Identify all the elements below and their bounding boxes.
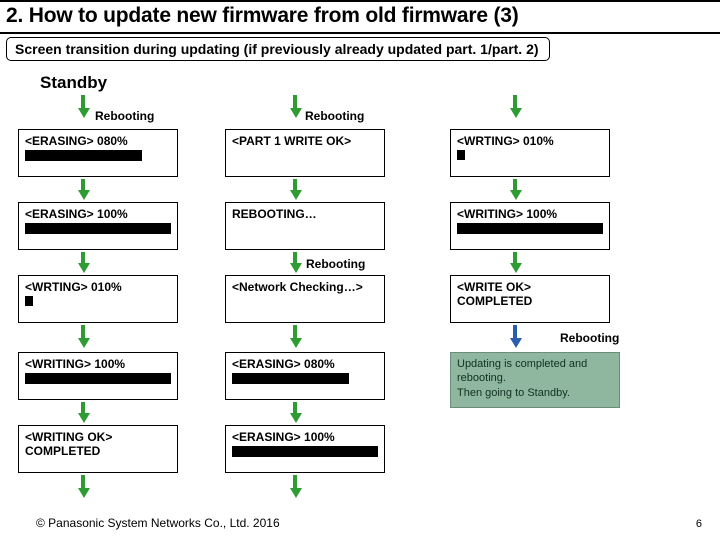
screen-writing-100: <WRITING> 100% <box>18 352 178 400</box>
screen-rebooting: REBOOTING… <box>225 202 385 250</box>
screen-text-line1: <WRITE OK> <box>457 280 603 294</box>
subtitle-row: Screen transition during updating (if pr… <box>0 34 720 67</box>
progress-tick <box>457 150 465 160</box>
screen-text: <ERASING> 080% <box>25 134 171 148</box>
page-number: 6 <box>696 518 702 530</box>
screen-network-checking: <Network Checking…> <box>225 275 385 323</box>
diagram-stage: Standby Rebooting <ERASING> 080% <ERASIN… <box>0 67 720 527</box>
screen-text-line2: COMPLETED <box>457 294 603 308</box>
arrow-down-icon <box>290 252 300 273</box>
screen-write-ok: <WRITE OK> COMPLETED <box>450 275 610 323</box>
progress-bar <box>25 150 171 161</box>
screen-erasing-80-b: <ERASING> 080% <box>225 352 385 400</box>
screen-writing-10-b: <WRTING> 010% <box>450 129 610 177</box>
screen-text: <ERASING> 100% <box>25 207 171 221</box>
screen-text-line1: <WRITING OK> <box>25 430 171 444</box>
result-line2: Then going to Standby. <box>457 386 613 400</box>
progress-bar <box>25 223 171 234</box>
screen-text: REBOOTING… <box>232 207 378 221</box>
screen-erasing-100: <ERASING> 100% <box>18 202 178 250</box>
arrow-down-icon <box>290 475 300 498</box>
arrow-down-icon <box>290 179 300 200</box>
screen-text: <Network Checking…> <box>232 280 378 294</box>
screen-writing-ok: <WRITING OK> COMPLETED <box>18 425 178 473</box>
arrow-down-icon <box>78 95 88 118</box>
subtitle-pill: Screen transition during updating (if pr… <box>6 37 550 61</box>
screen-text: <ERASING> 080% <box>232 357 378 371</box>
progress-bar <box>457 223 603 234</box>
progress-bar <box>232 373 378 384</box>
arrow-down-icon <box>78 179 88 200</box>
screen-erasing-100-b: <ERASING> 100% <box>225 425 385 473</box>
screen-text: <ERASING> 100% <box>232 430 378 444</box>
arrow-down-icon <box>78 475 88 498</box>
screen-part1-write-ok: <PART 1 WRITE OK> <box>225 129 385 177</box>
screen-writing-10: <WRTING> 010% <box>18 275 178 323</box>
result-note: Updating is completed and rebooting. The… <box>450 352 620 408</box>
page-title: 2. How to update new firmware from old f… <box>6 4 519 27</box>
screen-text: <PART 1 WRITE OK> <box>232 134 378 148</box>
screen-erasing-80: <ERASING> 080% <box>18 129 178 177</box>
arrow-down-icon <box>290 325 300 348</box>
arrow-down-icon <box>290 95 300 118</box>
rebooting-caption: Rebooting <box>560 331 619 345</box>
progress-tick <box>25 296 33 306</box>
rebooting-caption: Rebooting <box>95 109 154 123</box>
arrow-down-icon <box>510 179 520 200</box>
screen-text: <WRITING> 100% <box>457 207 603 221</box>
arrow-down-icon <box>290 402 300 423</box>
arrow-down-icon <box>78 325 88 348</box>
standby-label: Standby <box>40 73 107 93</box>
result-line1: Updating is completed and rebooting. <box>457 357 613 386</box>
arrow-down-icon <box>510 252 520 273</box>
rebooting-caption: Rebooting <box>306 257 365 271</box>
copyright: © Panasonic System Networks Co., Ltd. 20… <box>36 516 280 530</box>
arrow-down-icon <box>78 252 88 273</box>
progress-bar <box>232 446 378 457</box>
screen-text-line2: COMPLETED <box>25 444 171 458</box>
progress-bar <box>25 373 171 384</box>
screen-text: <WRITING> 100% <box>25 357 171 371</box>
rebooting-caption: Rebooting <box>305 109 364 123</box>
screen-text: <WRTING> 010% <box>457 134 603 148</box>
arrow-down-icon <box>78 402 88 423</box>
title-bar: 2. How to update new firmware from old f… <box>0 0 720 34</box>
screen-writing-100-b: <WRITING> 100% <box>450 202 610 250</box>
arrow-down-icon <box>510 95 520 118</box>
arrow-down-icon <box>510 325 520 348</box>
screen-text: <WRTING> 010% <box>25 280 171 294</box>
